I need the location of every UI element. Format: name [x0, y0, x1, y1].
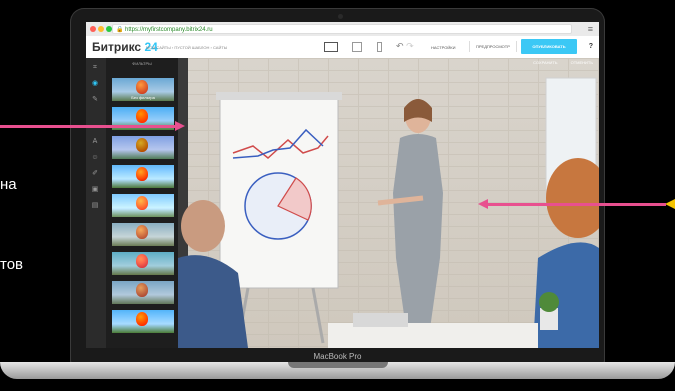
mobile-view-icon[interactable] — [376, 42, 382, 52]
save-photo-button[interactable]: СОХРАНИТЬ — [533, 60, 557, 65]
publish-button[interactable]: ОПУБЛИКОВАТЬ — [521, 39, 577, 54]
filter-thumb[interactable] — [112, 136, 174, 159]
balloon-image — [136, 138, 148, 152]
side-caption-2: тов — [0, 256, 24, 273]
desktop-view-icon[interactable] — [324, 42, 338, 52]
filter-thumb[interactable] — [112, 194, 174, 217]
balloon-image — [136, 196, 148, 210]
camera-icon — [338, 14, 343, 19]
overlay-tool-icon[interactable]: ▤ — [91, 202, 99, 210]
help-button[interactable]: ? — [589, 43, 593, 50]
redo-icon[interactable]: ↷ — [406, 41, 414, 51]
frame-tool-icon[interactable]: ▣ — [91, 186, 99, 194]
filter-thumb[interactable] — [112, 223, 174, 246]
laptop-notch — [288, 362, 388, 368]
balloon-image — [136, 254, 148, 268]
crop-tool-icon[interactable]: ⌗ — [91, 64, 99, 72]
browser-menu-icon[interactable]: ≡ — [588, 23, 593, 35]
balloon-image — [136, 167, 148, 181]
breadcrumb[interactable]: МОИ САЙТЫ › ПУСТОЙ ШАБЛОН › САЙТЫ — [146, 45, 227, 50]
text-tool-icon[interactable]: A — [91, 138, 99, 146]
adjust-tool-icon[interactable]: ✎ — [91, 96, 99, 104]
close-window-icon[interactable] — [90, 26, 96, 32]
filter-thumb[interactable]: Без фильтра — [112, 78, 174, 101]
tool-rail: ⌗ ◉ ✎ A ☺ ✐ ▣ ▤ — [86, 58, 106, 348]
filters-panel: ФИЛЬТРЫ Без фильтра — [106, 58, 178, 348]
side-caption-1: на — [0, 176, 17, 193]
browser-toolbar: 🔒 https://myfirstcompany.bitrix24.ru ≡ — [86, 22, 599, 37]
minimize-window-icon[interactable] — [98, 26, 104, 32]
annotation-arrow-left — [0, 125, 176, 128]
filter-thumb[interactable] — [112, 281, 174, 304]
undo-redo-group: ↶ ↷ — [396, 41, 414, 52]
address-bar[interactable]: 🔒 https://myfirstcompany.bitrix24.ru — [112, 24, 572, 34]
balloon-image — [136, 109, 148, 123]
tablet-view-icon[interactable] — [352, 42, 363, 52]
laptop-screen: 🔒 https://myfirstcompany.bitrix24.ru ≡ Б… — [86, 22, 599, 348]
balloon-image — [136, 312, 148, 326]
annotation-arrow-right — [488, 203, 666, 206]
brush-tool-icon[interactable]: ✐ — [91, 170, 99, 178]
balloon-image — [136, 283, 148, 297]
settings-button[interactable]: НАСТРОЙКИ — [431, 45, 455, 50]
filter-thumb[interactable] — [112, 310, 174, 333]
undo-icon[interactable]: ↶ — [396, 41, 404, 51]
lock-icon: 🔒 — [116, 27, 124, 33]
filters-title: ФИЛЬТРЫ — [132, 61, 152, 66]
sticker-tool-icon[interactable]: ☺ — [91, 154, 99, 162]
address-text: https://myfirstcompany.bitrix24.ru — [125, 27, 213, 33]
filter-tool-icon[interactable]: ◉ — [91, 80, 99, 88]
filter-thumb[interactable] — [112, 165, 174, 188]
filter-thumb[interactable] — [112, 252, 174, 275]
device-model-label: MacBook Pro — [313, 352, 362, 361]
photo-actions: СОХРАНИТЬ ОТМЕНИТЬ — [521, 60, 593, 65]
filter-label: Без фильтра — [131, 95, 155, 100]
cancel-photo-button[interactable]: ОТМЕНИТЬ — [571, 60, 593, 65]
app-header: Битрикс 24 МОИ САЙТЫ › ПУСТОЙ ШАБЛОН › С… — [86, 36, 599, 59]
balloon-image — [136, 80, 148, 94]
balloon-image — [136, 225, 148, 239]
preview-button[interactable]: ПРЕДПРОСМОТР — [469, 41, 517, 52]
yellow-marker-icon — [665, 199, 675, 209]
logo-text: Битрикс — [92, 40, 142, 54]
